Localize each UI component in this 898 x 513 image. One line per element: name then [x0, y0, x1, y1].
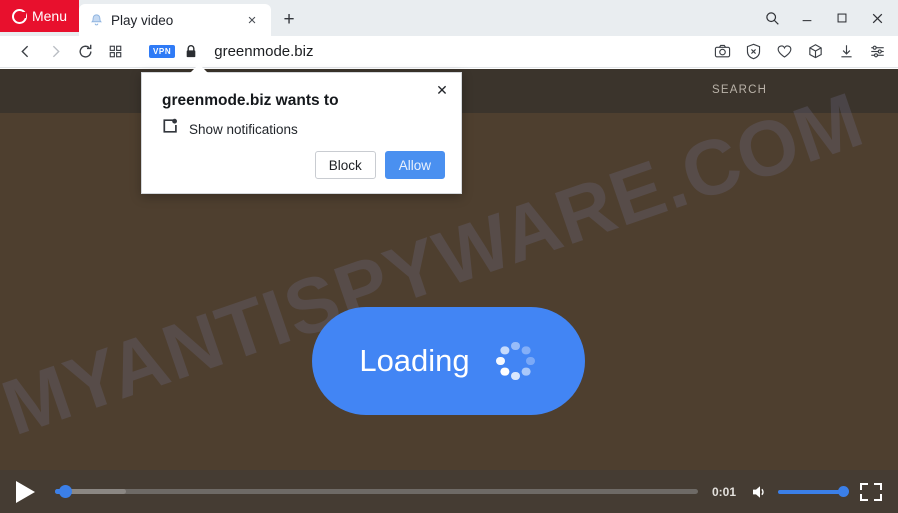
opera-menu-button[interactable]: Menu — [0, 0, 79, 32]
back-button-icon[interactable] — [10, 39, 40, 65]
video-seek-thumb[interactable] — [58, 485, 72, 498]
downloads-icon[interactable] — [835, 41, 857, 63]
allow-button[interactable]: Allow — [384, 151, 445, 179]
permission-row: Show notifications — [162, 118, 298, 140]
video-controls-bar: 0:01 — [0, 470, 898, 513]
opera-menu-label: Menu — [31, 8, 68, 24]
loading-button-label: Loading — [359, 343, 470, 378]
window-controls — [755, 5, 894, 31]
site-search-link[interactable]: SEARCH — [712, 84, 767, 96]
dialog-actions: Block Allow — [314, 151, 445, 179]
volume-icon[interactable] — [750, 483, 768, 501]
browser-window: Menu Play video × + VPN greenmode.biz SE… — [0, 0, 898, 513]
dialog-close-icon[interactable]: ✕ — [431, 79, 453, 101]
opera-logo-icon — [11, 8, 27, 24]
url-text[interactable]: greenmode.biz — [214, 43, 313, 60]
close-button[interactable] — [860, 5, 894, 31]
tab-play-video[interactable]: Play video × — [79, 4, 271, 36]
search-icon[interactable] — [755, 5, 789, 31]
address-toolbar: VPN greenmode.biz — [0, 36, 898, 68]
tab-close-icon[interactable]: × — [241, 9, 263, 31]
volume-slider-thumb[interactable] — [838, 486, 849, 497]
video-seek-bar[interactable] — [55, 485, 698, 498]
minimize-button[interactable] — [790, 5, 824, 31]
extensions-cube-icon[interactable] — [804, 41, 826, 63]
loading-button[interactable]: Loading — [312, 307, 585, 415]
video-current-time: 0:01 — [711, 484, 736, 499]
loading-spinner-icon — [494, 339, 538, 383]
notification-permission-dialog: ✕ greenmode.biz wants to Show notificati… — [141, 64, 462, 194]
padlock-icon[interactable] — [184, 44, 198, 59]
heart-icon[interactable] — [773, 41, 795, 63]
reload-button-icon[interactable] — [70, 39, 100, 65]
tab-title: Play video — [111, 12, 174, 28]
dialog-title: greenmode.biz wants to — [162, 92, 339, 109]
vpn-badge[interactable]: VPN — [149, 45, 176, 58]
notification-icon — [162, 118, 178, 140]
play-button-icon[interactable] — [16, 480, 35, 503]
permission-label: Show notifications — [189, 121, 298, 137]
volume-slider[interactable] — [778, 486, 849, 497]
speed-dial-grid-icon[interactable] — [100, 39, 130, 65]
adblock-shield-icon[interactable] — [742, 41, 764, 63]
block-button[interactable]: Block — [314, 151, 376, 179]
new-tab-button[interactable]: + — [278, 9, 300, 31]
forward-button-icon — [40, 39, 70, 65]
maximize-button[interactable] — [825, 5, 859, 31]
toolbar-right-icons — [711, 41, 888, 63]
snapshot-camera-icon[interactable] — [711, 41, 733, 63]
bell-favicon-icon — [89, 13, 104, 28]
fullscreen-icon[interactable] — [860, 482, 882, 501]
tab-strip: Menu Play video × + — [0, 0, 898, 36]
easy-setup-sliders-icon[interactable] — [866, 41, 888, 63]
